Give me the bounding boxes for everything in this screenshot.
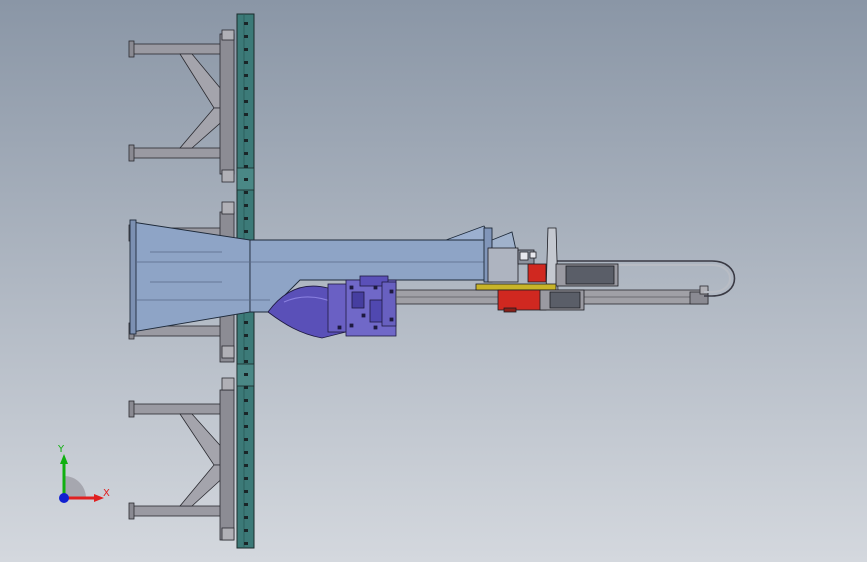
column-bolt-hole [244,360,248,363]
column-bolt-hole [244,126,248,129]
carriage-bolt [361,313,366,318]
column-bolt-hole [244,373,248,376]
carriage-bolt [337,325,342,330]
triad-x-label: X [103,488,110,499]
column-bolt-hole [244,516,248,519]
column-bolt-hole [244,22,248,25]
column-bolt-hole [244,139,248,142]
column-bolt-hole [244,61,248,64]
column-bolt-hole [244,477,248,480]
column-bolt-hole [244,386,248,389]
column-bolt-hole [244,490,248,493]
column-bolt-hole [244,74,248,77]
column-bolt-hole [244,321,248,324]
column-bolt-hole [244,165,248,168]
column-bolt-hole [244,100,248,103]
carriage-bolt [389,317,394,322]
carriage-bolt [349,323,354,328]
carriage-bolt [389,289,394,294]
column-bolt-hole [244,503,248,506]
column-bolt-hole [244,230,248,233]
column-bolt-hole [244,438,248,441]
column-bolt-hole [244,217,248,220]
carriage-bolt [373,325,378,330]
column-bolt-hole [244,35,248,38]
column-bolt-hole [244,191,248,194]
column-bolt-hole [244,87,248,90]
carriage-bolt [349,285,354,290]
column-bolt-hole [244,412,248,415]
robot-gantry-drawing: Y X [0,0,867,562]
column-bolt-hole [244,347,248,350]
column-bolt-hole [244,542,248,545]
column-bolt-hole [244,334,248,337]
column-bolt-hole [244,425,248,428]
column-bolt-hole [244,451,248,454]
column-bolt-hole [244,399,248,402]
column-bolt-hole [244,152,248,155]
column-bolt-hole [244,204,248,207]
column-bolt-hole [244,48,248,51]
column-bolt-hole [244,464,248,467]
column-bolt-hole [244,529,248,532]
triad-z-axis-icon [59,493,69,503]
column-bolt-hole [244,113,248,116]
column-bolt-hole [244,178,248,181]
cad-viewport[interactable]: Y X [0,0,867,562]
triad-y-label: Y [57,444,65,455]
carriage-bolt [373,285,378,290]
